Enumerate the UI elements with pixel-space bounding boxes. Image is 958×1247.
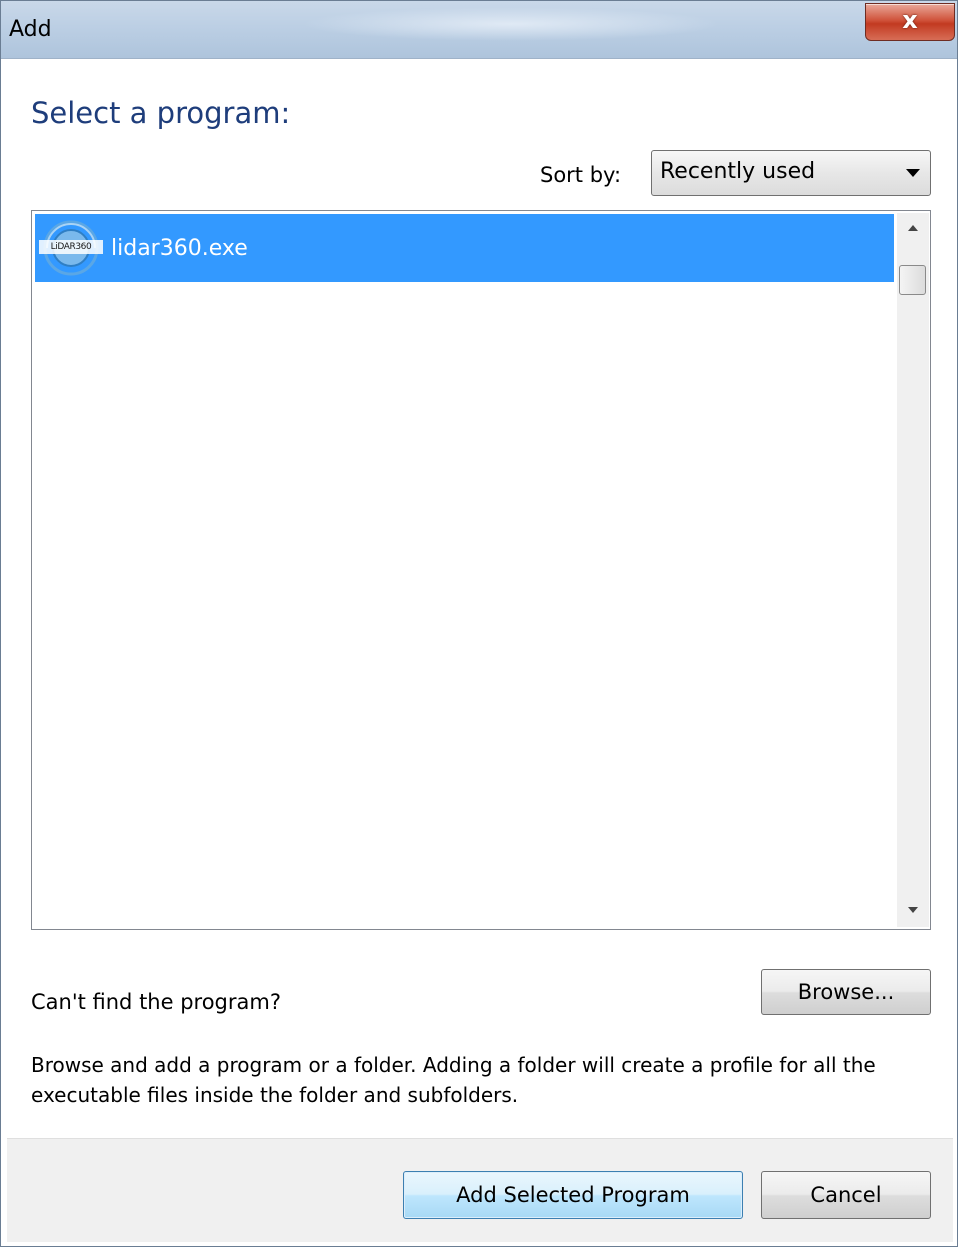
help-description: Browse and add a program or a folder. Ad… [31, 1053, 876, 1107]
scrollbar-thumb[interactable] [899, 265, 926, 295]
program-list[interactable]: LiDAR360 lidar360.exe [31, 210, 931, 930]
program-name: lidar360.exe [111, 235, 248, 261]
vertical-scrollbar[interactable] [897, 213, 929, 927]
window-title: Add [9, 17, 52, 42]
cancel-button[interactable]: Cancel [761, 1171, 931, 1219]
add-dialog: Add x Select a program: Sort by: Recentl… [0, 0, 958, 1247]
add-selected-program-button[interactable]: Add Selected Program [403, 1171, 743, 1219]
cant-find-label: Can't find the program? [31, 990, 281, 1014]
lidar360-app-icon: LiDAR360 [37, 218, 105, 278]
dialog-content: Select a program: Sort by: Recently used… [7, 60, 953, 1242]
sort-by-label: Sort by: [540, 163, 622, 187]
dialog-footer: Add Selected Program Cancel [7, 1138, 953, 1242]
title-bar-glow [301, 7, 721, 41]
list-item[interactable]: LiDAR360 lidar360.exe [35, 214, 894, 282]
browse-button[interactable]: Browse... [761, 969, 931, 1015]
scroll-up-icon[interactable] [897, 213, 929, 247]
page-title: Select a program: [31, 96, 291, 130]
sort-by-dropdown[interactable]: Recently used [651, 150, 931, 196]
scroll-down-icon[interactable] [897, 893, 929, 927]
chevron-down-icon [906, 169, 920, 177]
sort-by-value: Recently used [660, 159, 816, 184]
title-bar[interactable]: Add x [1, 1, 957, 59]
close-button[interactable]: x [865, 3, 955, 41]
close-icon: x [902, 6, 918, 34]
app-icon-logo-text: LiDAR360 [39, 240, 103, 254]
